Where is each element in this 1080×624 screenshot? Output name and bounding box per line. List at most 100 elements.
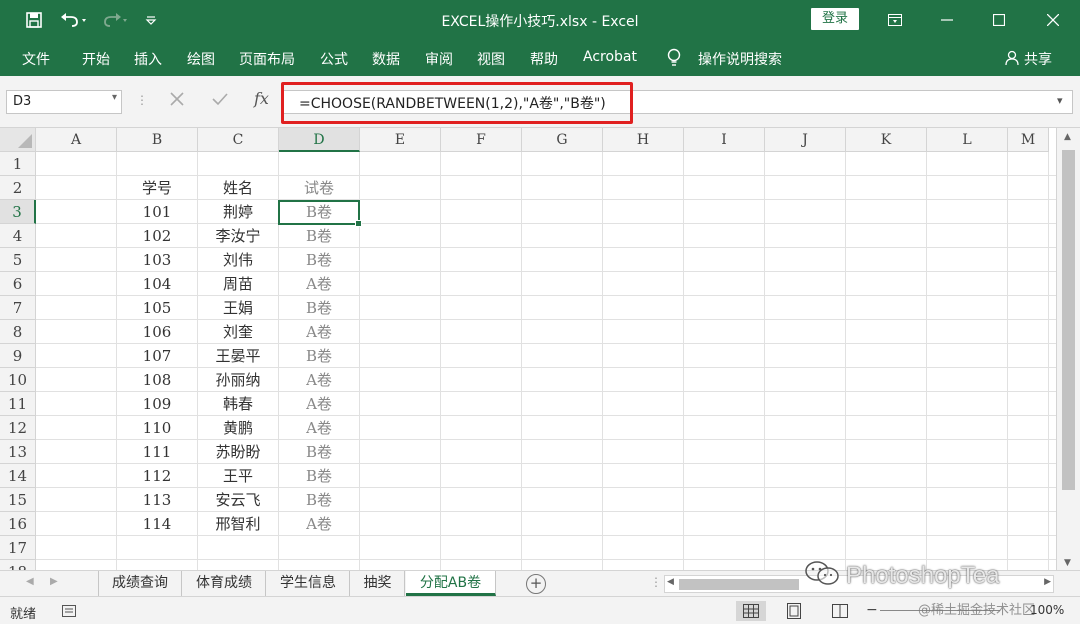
- scroll-up-icon[interactable]: ▲: [1064, 132, 1071, 142]
- cell-student-id[interactable]: 112: [117, 464, 197, 488]
- cell-student-name[interactable]: 刘伟: [198, 248, 278, 272]
- cell-student-id[interactable]: 106: [117, 320, 197, 344]
- column-header-k[interactable]: K: [846, 128, 927, 152]
- tab-data[interactable]: 数据: [372, 49, 400, 69]
- cell-paper[interactable]: B卷: [279, 224, 359, 248]
- close-icon[interactable]: [1028, 0, 1078, 40]
- column-header-i[interactable]: I: [684, 128, 765, 152]
- tab-splitter-icon[interactable]: ⋮: [650, 575, 662, 589]
- cell-student-name[interactable]: 王晏平: [198, 344, 278, 368]
- prev-sheet-icon[interactable]: ◀: [26, 576, 34, 587]
- row-header-3[interactable]: 3: [0, 200, 36, 224]
- cell-student-name[interactable]: 荆婷: [198, 200, 278, 224]
- row-header-2[interactable]: 2: [0, 176, 36, 200]
- tab-acrobat[interactable]: Acrobat: [583, 49, 637, 65]
- minimize-icon[interactable]: [922, 0, 972, 40]
- scroll-thumb[interactable]: [1062, 150, 1075, 490]
- cell-student-id[interactable]: 104: [117, 272, 197, 296]
- cell-student-name[interactable]: 李汝宁: [198, 224, 278, 248]
- tab-help[interactable]: 帮助: [530, 49, 558, 69]
- cell-paper[interactable]: B卷: [279, 464, 359, 488]
- row-header-10[interactable]: 10: [0, 368, 36, 392]
- cell-student-name[interactable]: 安云飞: [198, 488, 278, 512]
- share-button[interactable]: 共享: [1024, 49, 1052, 69]
- tell-me-search[interactable]: 操作说明搜索: [698, 49, 782, 69]
- column-header-b[interactable]: B: [117, 128, 198, 152]
- sheet-tab-student-info[interactable]: 学生信息: [267, 571, 350, 596]
- zoom-level[interactable]: 100%: [1030, 603, 1064, 617]
- scroll-right-icon[interactable]: ▶: [1044, 577, 1051, 587]
- header-cell-name[interactable]: 姓名: [198, 176, 278, 200]
- column-header-m[interactable]: M: [1008, 128, 1049, 152]
- tab-file[interactable]: 文件: [22, 49, 50, 69]
- maximize-icon[interactable]: [974, 0, 1024, 40]
- tab-draw[interactable]: 绘图: [187, 49, 215, 69]
- cell-student-id[interactable]: 107: [117, 344, 197, 368]
- cell-student-name[interactable]: 黄鹏: [198, 416, 278, 440]
- tab-formulas[interactable]: 公式: [320, 49, 348, 69]
- column-header-a[interactable]: A: [36, 128, 117, 152]
- column-header-e[interactable]: E: [360, 128, 441, 152]
- drag-handle-icon[interactable]: ⋮: [136, 93, 148, 107]
- row-header-5[interactable]: 5: [0, 248, 36, 272]
- row-header-6[interactable]: 6: [0, 272, 36, 296]
- row-header-16[interactable]: 16: [0, 512, 36, 536]
- cell-paper[interactable]: B卷: [279, 488, 359, 512]
- chevron-down-icon[interactable]: ▾: [112, 92, 117, 103]
- cell-student-id[interactable]: 109: [117, 392, 197, 416]
- cell-student-name[interactable]: 孙丽纳: [198, 368, 278, 392]
- row-header-18[interactable]: 18: [0, 560, 36, 570]
- enter-check-icon[interactable]: [212, 92, 228, 110]
- cell-paper[interactable]: A卷: [279, 320, 359, 344]
- column-header-h[interactable]: H: [603, 128, 684, 152]
- cell-student-id[interactable]: 105: [117, 296, 197, 320]
- active-cell-d3[interactable]: [278, 200, 362, 227]
- cell-student-id[interactable]: 113: [117, 488, 197, 512]
- row-header-15[interactable]: 15: [0, 488, 36, 512]
- add-sheet-icon[interactable]: +: [526, 574, 546, 594]
- sheet-tab-pe-score[interactable]: 体育成绩: [183, 571, 266, 596]
- row-header-17[interactable]: 17: [0, 536, 36, 560]
- sheet-tab-score-query[interactable]: 成绩查询: [99, 571, 182, 596]
- row-header-14[interactable]: 14: [0, 464, 36, 488]
- header-cell-paper[interactable]: 试卷: [279, 176, 359, 200]
- sheet-tab-lottery[interactable]: 抽奖: [351, 571, 405, 596]
- page-layout-view-icon[interactable]: [782, 601, 806, 621]
- cell-student-id[interactable]: 108: [117, 368, 197, 392]
- cell-paper[interactable]: A卷: [279, 416, 359, 440]
- column-header-c[interactable]: C: [198, 128, 279, 152]
- column-header-f[interactable]: F: [441, 128, 522, 152]
- column-header-g[interactable]: G: [522, 128, 603, 152]
- row-header-8[interactable]: 8: [0, 320, 36, 344]
- row-header-4[interactable]: 4: [0, 224, 36, 248]
- cell-paper[interactable]: A卷: [279, 368, 359, 392]
- row-header-9[interactable]: 9: [0, 344, 36, 368]
- tab-page-layout[interactable]: 页面布局: [239, 49, 295, 69]
- cell-student-name[interactable]: 刘奎: [198, 320, 278, 344]
- tab-home[interactable]: 开始: [82, 49, 110, 69]
- insert-function-icon[interactable]: fx: [254, 89, 269, 108]
- cell-student-name[interactable]: 王娟: [198, 296, 278, 320]
- page-break-view-icon[interactable]: [828, 601, 852, 621]
- tab-view[interactable]: 视图: [477, 49, 505, 69]
- expand-formula-bar-icon[interactable]: ▾: [1057, 94, 1063, 107]
- ribbon-display-icon[interactable]: [870, 0, 920, 40]
- column-header-l[interactable]: L: [927, 128, 1008, 152]
- cell-student-id[interactable]: 102: [117, 224, 197, 248]
- cell-student-name[interactable]: 邢智利: [198, 512, 278, 536]
- cell-student-name[interactable]: 周苗: [198, 272, 278, 296]
- macro-record-icon[interactable]: [60, 601, 78, 621]
- cell-student-id[interactable]: 101: [117, 200, 197, 224]
- row-header-13[interactable]: 13: [0, 440, 36, 464]
- vertical-scrollbar[interactable]: ▲ ▼: [1056, 128, 1080, 570]
- column-header-d[interactable]: D: [279, 128, 360, 152]
- scroll-down-icon[interactable]: ▼: [1064, 558, 1071, 568]
- zoom-out-icon[interactable]: −: [866, 602, 878, 618]
- cell-paper[interactable]: B卷: [279, 296, 359, 320]
- cell-student-id[interactable]: 114: [117, 512, 197, 536]
- cell-student-name[interactable]: 韩春: [198, 392, 278, 416]
- tab-insert[interactable]: 插入: [134, 49, 162, 69]
- cell-paper[interactable]: A卷: [279, 512, 359, 536]
- header-cell-id[interactable]: 学号: [117, 176, 197, 200]
- tab-review[interactable]: 审阅: [425, 49, 453, 69]
